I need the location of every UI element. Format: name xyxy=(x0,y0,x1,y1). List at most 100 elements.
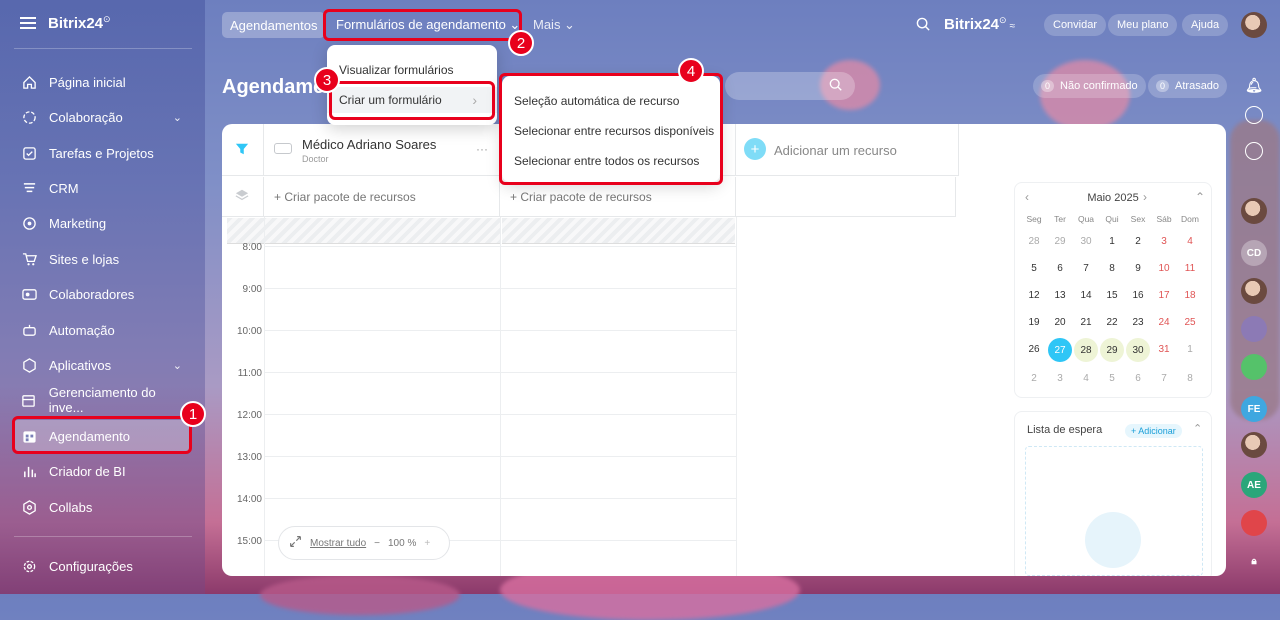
calendar-day-selected[interactable]: 27 xyxy=(1048,338,1072,362)
calendar-day[interactable]: 1 xyxy=(1099,230,1125,252)
sidebar-item-collaboration[interactable]: Colaboração ⌄ xyxy=(12,101,192,133)
calendar-day[interactable]: 22 xyxy=(1099,311,1125,333)
calendar-day[interactable]: 1 xyxy=(1177,338,1203,360)
sidebar-item-sites[interactable]: Sites e lojas xyxy=(12,243,192,275)
video-call-icon[interactable] xyxy=(1241,316,1267,342)
search-icon[interactable] xyxy=(916,17,931,35)
calendar-day[interactable]: 15 xyxy=(1099,284,1125,306)
calendar-day[interactable]: 5 xyxy=(1099,367,1125,389)
calendar-day[interactable]: 31 xyxy=(1151,338,1177,360)
calendar-day[interactable]: 23 xyxy=(1125,311,1151,333)
notifications-icon[interactable]: 🔔︎ xyxy=(1241,72,1267,98)
chevron-down-icon[interactable]: ⌄ xyxy=(173,111,182,124)
calendar-day[interactable]: 6 xyxy=(1125,367,1151,389)
sidebar-item-automation[interactable]: Automação xyxy=(12,314,192,346)
topbar-brand[interactable]: Bitrix24⊙≈ xyxy=(944,15,1015,33)
waitlist-add-button[interactable]: + Adicionar xyxy=(1125,424,1182,438)
calendar-day[interactable]: 29 xyxy=(1047,230,1073,252)
calendar-day[interactable]: 2 xyxy=(1021,367,1047,389)
view-forms-item[interactable]: Visualizar formulários xyxy=(327,57,497,83)
calendar-day[interactable]: 11 xyxy=(1177,257,1203,279)
sidebar-item-settings[interactable]: Configurações xyxy=(12,550,192,582)
calendar-day[interactable]: 12 xyxy=(1021,284,1047,306)
calendar-day[interactable]: 5 xyxy=(1021,257,1047,279)
calendar-day[interactable]: 7 xyxy=(1073,257,1099,279)
calendar-day[interactable]: 28 xyxy=(1074,338,1098,362)
calendar-day[interactable]: 16 xyxy=(1125,284,1151,306)
tab-bookings[interactable]: Agendamentos xyxy=(222,12,326,38)
calendar-day[interactable]: 29 xyxy=(1100,338,1124,362)
calendar-day[interactable]: 28 xyxy=(1021,230,1047,252)
filter-icon[interactable] xyxy=(235,142,249,159)
calendar-day[interactable]: 21 xyxy=(1073,311,1099,333)
calendar-day[interactable]: 26 xyxy=(1021,338,1047,360)
calendar-day[interactable]: 8 xyxy=(1099,257,1125,279)
sidebar-item-employees[interactable]: Colaboradores xyxy=(12,278,192,310)
sidebar-item-inventory[interactable]: Gerenciamento do inve... xyxy=(12,384,192,416)
invite-button[interactable]: Convidar xyxy=(1044,14,1107,36)
more-icon[interactable]: ··· xyxy=(476,142,488,156)
calendar-day[interactable]: 2 xyxy=(1125,230,1151,252)
calendar-day[interactable]: 30 xyxy=(1126,338,1150,362)
lock-icon[interactable] xyxy=(1241,510,1267,536)
user-avatar[interactable] xyxy=(1241,198,1267,224)
show-all-link[interactable]: Mostrar tudo xyxy=(310,538,366,549)
add-resource-label[interactable]: Adicionar um recurso xyxy=(774,143,897,158)
my-plan-button[interactable]: Meu plano xyxy=(1108,14,1178,36)
calendar-day[interactable]: 25 xyxy=(1177,311,1203,333)
sidebar-item-collabs[interactable]: Collabs xyxy=(12,491,192,523)
calendar-day[interactable]: 3 xyxy=(1151,230,1177,252)
user-avatar-cd[interactable]: CD xyxy=(1241,240,1267,266)
zoom-out-button[interactable]: − xyxy=(374,538,380,549)
help-button[interactable]: Ajuda xyxy=(1182,14,1229,36)
expand-icon[interactable] xyxy=(289,535,302,551)
sidebar-item-apps[interactable]: Aplicativos ⌄ xyxy=(12,349,192,381)
zoom-in-button[interactable]: + xyxy=(424,538,430,549)
calendar-day[interactable]: 18 xyxy=(1177,284,1203,306)
search-input[interactable] xyxy=(725,72,855,100)
calendar-day[interactable]: 20 xyxy=(1047,311,1073,333)
lock-icon[interactable]: 🔒︎ xyxy=(1241,548,1267,574)
calendar-day[interactable]: 7 xyxy=(1151,367,1177,389)
create-package-button[interactable]: + Criar pacote de recursos xyxy=(264,177,500,217)
calendar-day[interactable]: 19 xyxy=(1021,311,1047,333)
resource-column-header[interactable]: Médico Adriano Soares Doctor ··· xyxy=(264,124,500,176)
add-resource-icon[interactable]: + xyxy=(744,138,766,160)
user-avatar[interactable] xyxy=(1241,12,1267,38)
collapse-icon[interactable]: ⌃ xyxy=(1195,190,1205,204)
unconfirmed-filter[interactable]: 0 Não confirmado xyxy=(1033,74,1146,98)
calendar-day[interactable]: 6 xyxy=(1047,257,1073,279)
chevron-down-icon[interactable]: ⌄ xyxy=(173,359,182,372)
target-icon[interactable] xyxy=(1245,106,1263,124)
calendar-day[interactable]: 8 xyxy=(1177,367,1203,389)
sidebar-item-bi-builder[interactable]: Criador de BI xyxy=(12,455,192,487)
menu-icon[interactable] xyxy=(20,17,36,29)
video-call-icon[interactable] xyxy=(1241,354,1267,380)
calendar-day[interactable]: 4 xyxy=(1073,367,1099,389)
calendar-day[interactable]: 13 xyxy=(1047,284,1073,306)
sidebar-item-tasks[interactable]: Tarefas e Projetos xyxy=(12,137,192,169)
user-avatar-ae[interactable]: AE xyxy=(1241,472,1267,498)
sidebar-item-crm[interactable]: CRM xyxy=(12,172,192,204)
brand-logo[interactable]: Bitrix24⊙ xyxy=(20,14,111,32)
chat-icon[interactable] xyxy=(1245,142,1263,160)
calendar-day[interactable]: 4 xyxy=(1177,230,1203,252)
calendar-day[interactable]: 17 xyxy=(1151,284,1177,306)
late-filter[interactable]: 0 Atrasado xyxy=(1148,74,1228,98)
add-resource-header[interactable]: + Adicionar um recurso xyxy=(736,124,959,176)
calendar-day[interactable]: 30 xyxy=(1073,230,1099,252)
user-avatar[interactable] xyxy=(1241,432,1267,458)
calendar-day[interactable]: 3 xyxy=(1047,367,1073,389)
tab-more[interactable]: Mais ⌄ xyxy=(525,12,583,38)
calendar-day[interactable]: 10 xyxy=(1151,257,1177,279)
next-month-button[interactable]: › xyxy=(1143,190,1147,204)
calendar-day[interactable]: 24 xyxy=(1151,311,1177,333)
calendar-day[interactable]: 9 xyxy=(1125,257,1151,279)
calendar-day[interactable]: 14 xyxy=(1073,284,1099,306)
user-avatar-fe[interactable]: FE xyxy=(1241,396,1267,422)
collapse-icon[interactable]: ⌃ xyxy=(1193,422,1202,435)
sidebar-item-marketing[interactable]: Marketing xyxy=(12,207,192,239)
layers-icon[interactable] xyxy=(235,188,249,205)
sidebar-item-home[interactable]: Página inicial xyxy=(12,66,192,98)
user-avatar[interactable] xyxy=(1241,278,1267,304)
